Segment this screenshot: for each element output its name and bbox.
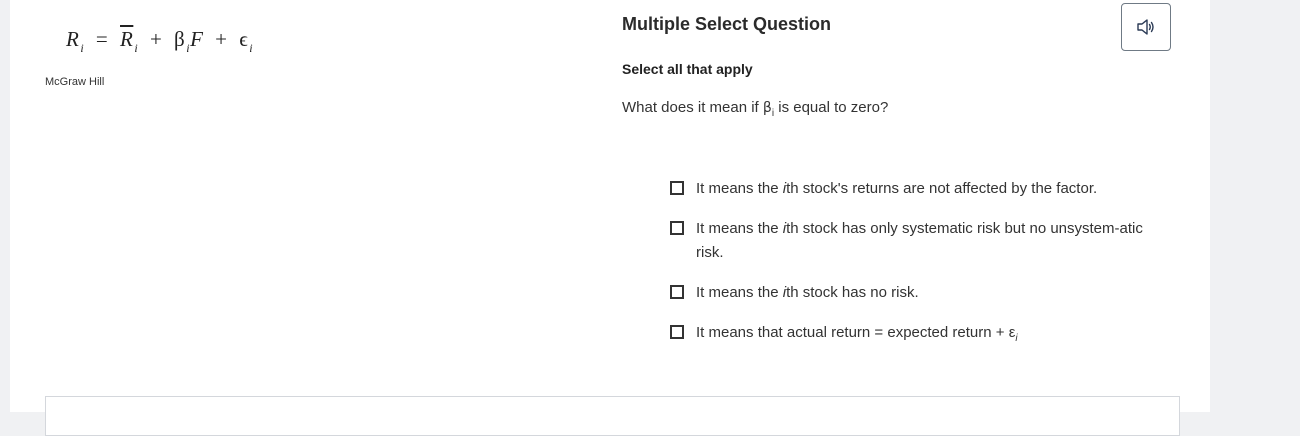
speaker-icon	[1137, 19, 1154, 35]
eq-beta-sub: i	[186, 41, 191, 55]
content-panel: Ri = Ri + βiF + ϵi McGraw Hill Multiple …	[10, 0, 1210, 436]
checkbox[interactable]	[670, 181, 684, 195]
option-text-pre: It means the	[696, 284, 783, 301]
answer-option-2[interactable]: It means the ith stock has only systemat…	[670, 217, 1160, 265]
question-beta: β	[762, 100, 772, 116]
option-text-pre: It means the	[696, 180, 783, 197]
question-pre: What does it mean if	[622, 99, 763, 116]
checkbox[interactable]	[670, 221, 684, 235]
instruction: Select all that apply	[622, 61, 753, 77]
question-beta-sub: i	[771, 108, 775, 119]
question-type-title: Multiple Select Question	[622, 14, 832, 34]
question-text: What does it mean if βi is equal to zero…	[622, 99, 889, 119]
eq-beta: β	[174, 27, 186, 51]
eq-eps-sub: i	[249, 41, 254, 55]
eq-rbar-sub: i	[134, 41, 139, 55]
eq-plus-1: +	[149, 27, 163, 51]
equation: Ri = Ri + βiF + ϵi	[66, 27, 254, 55]
eq-equals: =	[95, 27, 109, 51]
eq-eps: ϵ	[239, 27, 249, 51]
option-text: It means that actual return = expected r…	[696, 321, 1160, 347]
option-text-post: th stock has no risk.	[786, 284, 919, 301]
checkbox[interactable]	[670, 285, 684, 299]
option-text-pre: It means the	[696, 220, 783, 237]
answer-option-4[interactable]: It means that actual return = expected r…	[670, 321, 1160, 347]
option-text-pre: It means that actual return = expected r…	[696, 324, 1009, 341]
eq-f: F	[190, 27, 204, 51]
answer-option-3[interactable]: It means the ith stock has no risk.	[670, 281, 1160, 305]
option-text-post: th stock's returns are not affected by t…	[786, 180, 1098, 197]
eq-r-sub: i	[80, 41, 85, 55]
eq-r: R	[66, 27, 80, 51]
feedback-box	[45, 396, 1180, 436]
eq-plus-2: +	[215, 27, 228, 51]
option-text-epsilon-sub: i	[1015, 333, 1018, 344]
read-aloud-button[interactable]	[1121, 3, 1171, 51]
option-text: It means the ith stock has no risk.	[696, 281, 1160, 305]
question-post: is equal to zero?	[774, 99, 889, 116]
checkbox[interactable]	[670, 325, 684, 339]
answer-option-1[interactable]: It means the ith stock's returns are not…	[670, 177, 1160, 201]
eq-rbar: R	[120, 27, 134, 51]
option-text: It means the ith stock has only systemat…	[696, 217, 1160, 265]
option-text: It means the ith stock's returns are not…	[696, 177, 1160, 201]
image-credit: McGraw Hill	[45, 76, 105, 88]
